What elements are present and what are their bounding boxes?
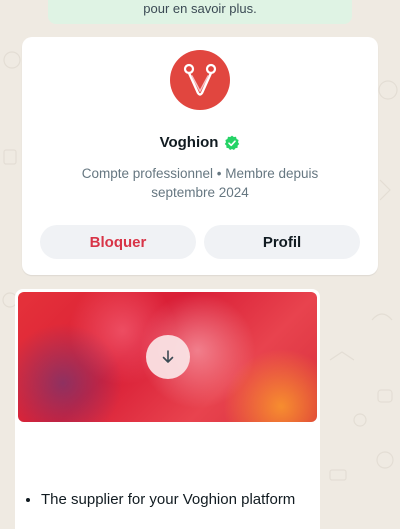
download-arrow-icon [162, 350, 174, 363]
download-button[interactable] [146, 335, 190, 379]
message-bubble[interactable]: The supplier for your Voghion platform [15, 289, 320, 529]
message-list: The supplier for your Voghion platform [25, 489, 320, 511]
avatar[interactable] [170, 50, 230, 110]
profile-name-row: Voghion [22, 134, 378, 151]
block-button[interactable]: Bloquer [40, 225, 196, 259]
blurred-image-preview[interactable] [18, 292, 317, 422]
system-info-banner[interactable]: pour en savoir plus. [48, 0, 352, 24]
business-name: Voghion [159, 134, 219, 151]
system-banner-text: pour en savoir plus. [143, 1, 257, 16]
business-account-info: Compte professionnel • Membre depuis sep… [81, 166, 319, 200]
voghion-logo-icon [183, 63, 217, 96]
verified-badge-icon [225, 135, 240, 150]
list-item: The supplier for your Voghion platform [41, 489, 320, 511]
profile-button[interactable]: Profil [204, 225, 360, 259]
business-profile-card: Voghion Compte professionnel • Membre de… [22, 37, 378, 275]
